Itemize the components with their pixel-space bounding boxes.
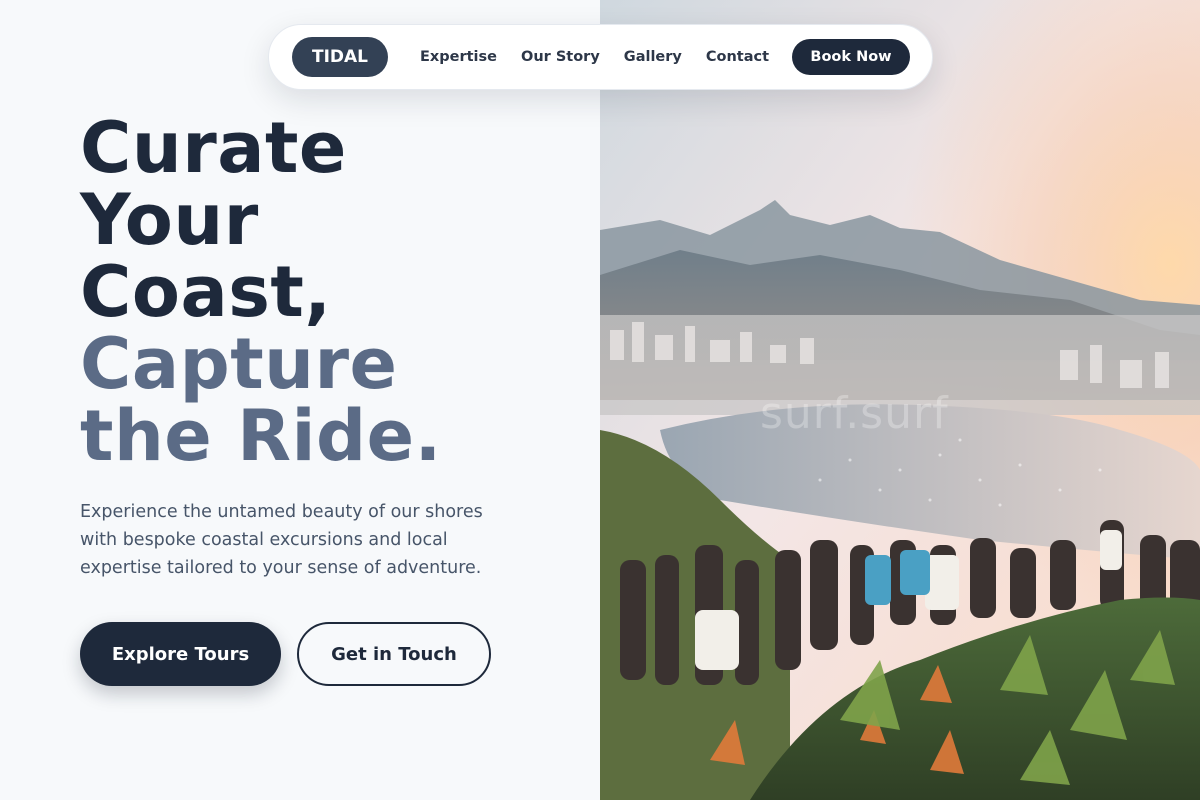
hero-headline: Curate Your Coast, Capture the Ride.	[80, 112, 442, 472]
book-now-button[interactable]: Book Now	[792, 39, 910, 75]
top-nav: TIDAL Expertise Our Story Gallery Contac…	[268, 24, 933, 90]
headline-line-3: Coast,	[80, 251, 332, 333]
hero-intro: Experience the untamed beauty of our sho…	[80, 502, 483, 578]
get-in-touch-button[interactable]: Get in Touch	[297, 622, 491, 686]
headline-line-4: Capture	[80, 323, 398, 405]
headline-line-5: the Ride.	[80, 395, 442, 477]
nav-link-contact[interactable]: Contact	[706, 49, 769, 65]
nav-link-expertise[interactable]: Expertise	[420, 49, 497, 65]
nav-link-gallery[interactable]: Gallery	[624, 49, 682, 65]
photo-watermark: surf.surf	[760, 388, 949, 439]
explore-tours-button[interactable]: Explore Tours	[80, 622, 281, 686]
nav-link-our-story[interactable]: Our Story	[521, 49, 600, 65]
nav-links: Expertise Our Story Gallery Contact	[420, 25, 769, 89]
brand-logo[interactable]: TIDAL	[292, 37, 388, 77]
headline-line-2: Your	[80, 179, 259, 261]
headline-line-1: Curate	[80, 107, 347, 189]
hero-photo: surf.surf	[600, 0, 1200, 800]
